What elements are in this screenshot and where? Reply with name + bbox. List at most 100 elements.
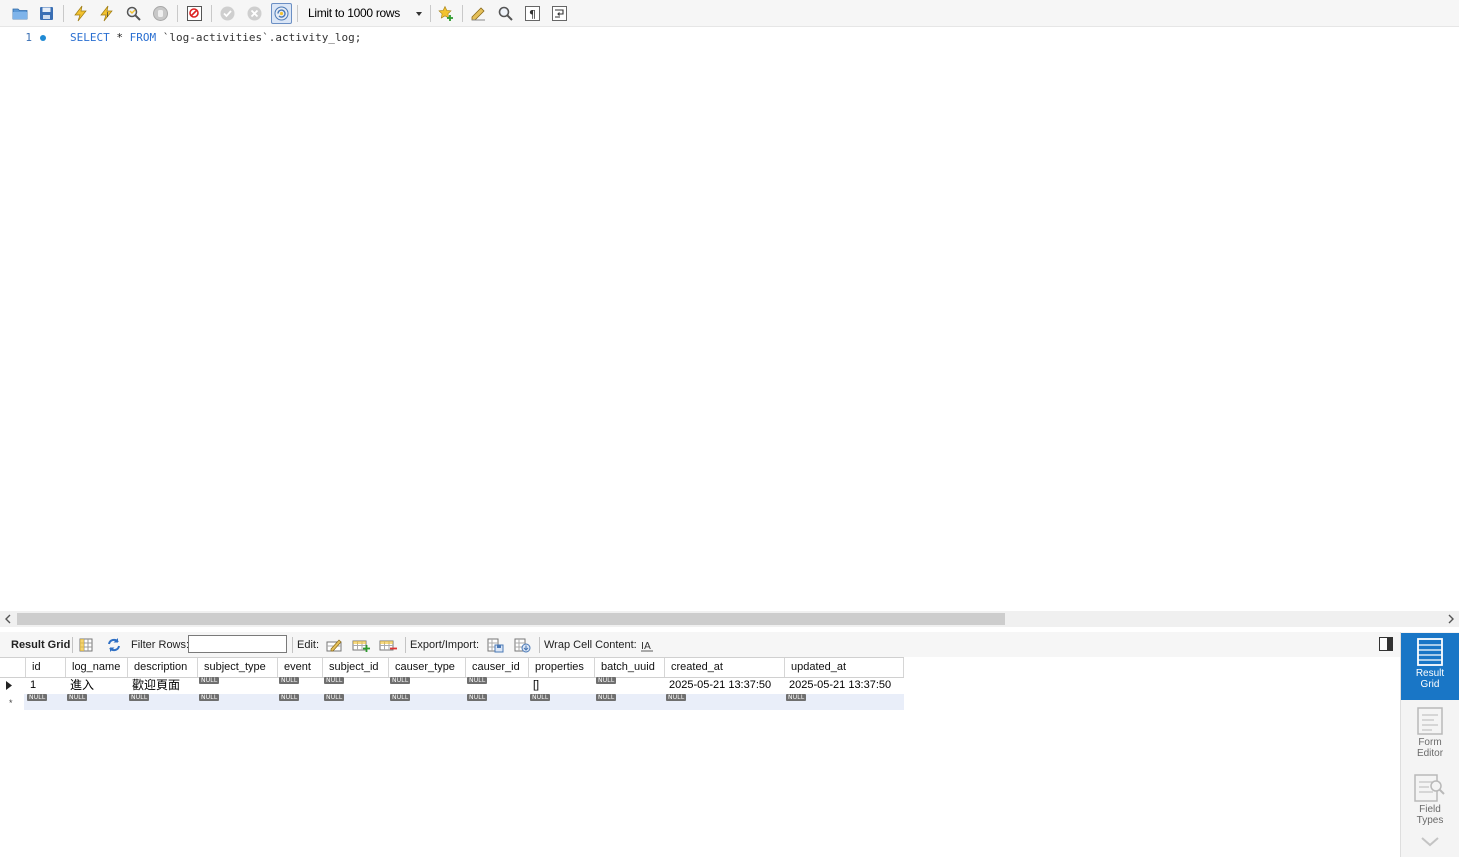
cell-batch-uuid[interactable]: NULL bbox=[595, 677, 665, 694]
delete-row-icon[interactable] bbox=[379, 636, 397, 654]
refresh-icon[interactable] bbox=[105, 636, 123, 654]
scroll-right-icon[interactable] bbox=[1443, 611, 1459, 627]
result-grid-tab[interactable]: Result Grid bbox=[11, 639, 70, 651]
cell-subject-type[interactable]: NULL bbox=[198, 677, 278, 694]
svg-text:IA: IA bbox=[641, 641, 651, 652]
column-header-description[interactable]: description bbox=[128, 658, 198, 677]
column-header-log-name[interactable]: log_name bbox=[66, 658, 128, 677]
limit-rows-label: Limit to 1000 rows bbox=[308, 6, 400, 20]
sql-editor-toolbar: I Limit to 1000 rows ¶ bbox=[0, 0, 1459, 27]
new-cell-created-at[interactable]: NULL bbox=[665, 694, 785, 711]
null-badge: NULL bbox=[199, 694, 220, 701]
side-result-grid-button[interactable]: Result Grid bbox=[1401, 633, 1459, 700]
cell-causer-id[interactable]: NULL bbox=[466, 677, 529, 694]
scroll-left-icon[interactable] bbox=[0, 611, 16, 627]
filter-rows-input[interactable] bbox=[188, 635, 287, 653]
new-cell-batch-uuid[interactable]: NULL bbox=[595, 694, 665, 711]
grid-layout-icon[interactable] bbox=[77, 636, 95, 654]
execute-icon[interactable] bbox=[70, 3, 91, 24]
scrollbar-thumb[interactable] bbox=[17, 613, 1005, 625]
new-cell-description[interactable]: NULL bbox=[128, 694, 198, 711]
null-badge: NULL bbox=[199, 677, 220, 684]
new-cell-subject-type[interactable]: NULL bbox=[198, 694, 278, 711]
stop-icon[interactable] bbox=[150, 3, 171, 24]
side-form-editor-button[interactable]: Form Editor bbox=[1401, 704, 1459, 766]
null-badge: NULL bbox=[279, 677, 300, 684]
new-cell-subject-id[interactable]: NULL bbox=[323, 694, 389, 711]
new-cell-causer-id[interactable]: NULL bbox=[466, 694, 529, 711]
limit-rows-select[interactable]: Limit to 1000 rows bbox=[302, 4, 426, 23]
sql-statement[interactable]: SELECT * FROM `log-activities`.activity_… bbox=[70, 31, 361, 44]
cell-event[interactable]: NULL bbox=[278, 677, 323, 694]
new-cell-event[interactable]: NULL bbox=[278, 694, 323, 711]
cell-subject-id[interactable]: NULL bbox=[323, 677, 389, 694]
table-row[interactable]: 1 進入 歡迎頁面 NULL NULL NULL NULL NULL [] NU… bbox=[0, 677, 904, 694]
open-file-icon[interactable] bbox=[10, 3, 31, 24]
null-badge: NULL bbox=[324, 677, 345, 684]
result-toolbar: Result Grid Filter Rows: Edit: Export/Im… bbox=[0, 632, 1400, 657]
side-field-types-button[interactable]: Field Types bbox=[1401, 771, 1459, 833]
export-icon[interactable] bbox=[486, 636, 504, 654]
autocommit-icon[interactable] bbox=[271, 3, 292, 24]
toggle-side-panel-icon[interactable] bbox=[1379, 637, 1393, 651]
explain-icon[interactable] bbox=[123, 3, 144, 24]
result-grid-icon bbox=[1417, 638, 1443, 666]
null-badge: NULL bbox=[390, 677, 411, 684]
row-header-corner bbox=[0, 658, 26, 677]
edit-label: Edit: bbox=[297, 639, 320, 651]
new-cell-updated-at[interactable]: NULL bbox=[785, 694, 904, 711]
add-snippet-icon[interactable] bbox=[436, 3, 457, 24]
svg-text:I: I bbox=[107, 11, 109, 19]
import-icon[interactable] bbox=[513, 636, 531, 654]
cell-causer-type[interactable]: NULL bbox=[389, 677, 466, 694]
side-panel-scroll-down[interactable] bbox=[1401, 836, 1459, 854]
column-header-id[interactable]: id bbox=[26, 658, 66, 677]
rollback-icon[interactable] bbox=[244, 3, 265, 24]
wrap-cell-icon[interactable]: IA bbox=[638, 636, 656, 654]
edit-row-icon[interactable] bbox=[325, 636, 343, 654]
cell-id[interactable]: 1 bbox=[26, 677, 66, 694]
toggle-error-icon[interactable] bbox=[184, 3, 205, 24]
column-header-updated-at[interactable]: updated_at bbox=[785, 658, 904, 677]
column-header-subject-id[interactable]: subject_id bbox=[323, 658, 389, 677]
cell-created-at[interactable]: 2025-05-21 13:37:50 bbox=[665, 677, 785, 694]
editor-horizontal-scrollbar[interactable] bbox=[0, 611, 1459, 627]
find-icon[interactable] bbox=[495, 3, 516, 24]
execute-current-icon[interactable]: I bbox=[96, 3, 117, 24]
null-badge: NULL bbox=[390, 694, 411, 701]
column-header-properties[interactable]: properties bbox=[529, 658, 595, 677]
beautify-icon[interactable] bbox=[468, 3, 489, 24]
null-badge: NULL bbox=[596, 694, 617, 701]
save-icon[interactable] bbox=[36, 3, 57, 24]
null-badge: NULL bbox=[279, 694, 300, 701]
sql-editor[interactable]: 1 SELECT * FROM `log-activities`.activit… bbox=[0, 27, 1459, 611]
filter-rows-label: Filter Rows: bbox=[131, 639, 190, 651]
column-header-causer-type[interactable]: causer_type bbox=[389, 658, 466, 677]
column-header-causer-id[interactable]: causer_id bbox=[466, 658, 529, 677]
null-badge: NULL bbox=[67, 694, 88, 701]
new-cell-properties[interactable]: NULL bbox=[529, 694, 595, 711]
new-cell-id[interactable]: NULL bbox=[26, 694, 66, 711]
column-header-created-at[interactable]: created_at bbox=[665, 658, 785, 677]
new-cell-log-name[interactable]: NULL bbox=[66, 694, 128, 711]
side-result-grid-label: Result Grid bbox=[1415, 668, 1445, 690]
column-header-batch-uuid[interactable]: batch_uuid bbox=[595, 658, 665, 677]
commit-icon[interactable] bbox=[217, 3, 238, 24]
grid-header: id log_name description subject_type eve… bbox=[0, 657, 904, 678]
invisible-chars-icon[interactable]: ¶ bbox=[522, 3, 543, 24]
cell-log-name[interactable]: 進入 bbox=[66, 677, 128, 694]
chevron-down-icon bbox=[416, 12, 422, 16]
svg-text:¶: ¶ bbox=[529, 8, 536, 21]
column-header-event[interactable]: event bbox=[278, 658, 323, 677]
insert-row-icon[interactable] bbox=[352, 636, 370, 654]
null-badge: NULL bbox=[129, 694, 150, 701]
wrap-lines-icon[interactable] bbox=[549, 3, 570, 24]
wrap-cell-label: Wrap Cell Content: bbox=[544, 639, 637, 651]
cell-properties[interactable]: [] bbox=[529, 677, 595, 694]
field-types-icon bbox=[1414, 774, 1445, 802]
cell-description[interactable]: 歡迎頁面 bbox=[128, 677, 198, 694]
new-cell-causer-type[interactable]: NULL bbox=[389, 694, 466, 711]
new-row[interactable]: * NULL NULL NULL NULL NULL NULL NULL NUL… bbox=[0, 694, 904, 711]
cell-updated-at[interactable]: 2025-05-21 13:37:50 bbox=[785, 677, 904, 694]
column-header-subject-type[interactable]: subject_type bbox=[198, 658, 278, 677]
